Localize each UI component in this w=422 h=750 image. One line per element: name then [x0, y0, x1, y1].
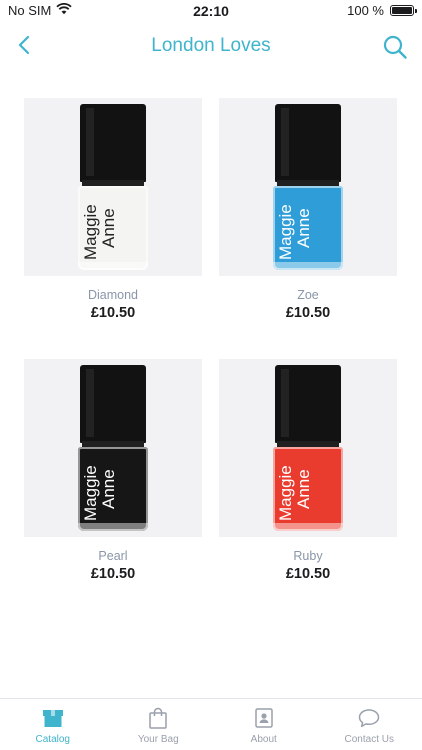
catalog-box-icon: [40, 706, 66, 730]
nav-bar: London Loves: [0, 22, 422, 70]
product-price: £10.50: [90, 305, 136, 321]
battery-label: 100 %: [347, 3, 384, 18]
nail-polish-bottle-image: Maggie Anne: [273, 365, 343, 531]
nail-polish-bottle-image: Maggie Anne: [78, 365, 148, 531]
status-bar: No SIM 22:10 100 %: [0, 0, 422, 22]
tab-label: Contact Us: [344, 734, 394, 745]
tab-label: Your Bag: [137, 734, 179, 745]
product-price: £10.50: [285, 305, 331, 321]
product-grid: Maggie Anne Diamond £10.50 Maggie Anne Z: [24, 98, 399, 582]
product-price: £10.50: [285, 566, 331, 582]
product-card[interactable]: Maggie Anne Zoe £10.50: [219, 98, 397, 321]
nail-polish-bottle-image: Maggie Anne: [78, 104, 148, 270]
product-image: Maggie Anne: [24, 98, 202, 276]
product-name: Pearl: [98, 549, 128, 563]
product-name: Zoe: [297, 288, 319, 302]
product-card[interactable]: Maggie Anne Diamond £10.50: [24, 98, 202, 321]
tab-about[interactable]: About: [211, 699, 317, 750]
tab-catalog[interactable]: Catalog: [0, 699, 106, 750]
product-name: Diamond: [87, 288, 139, 302]
page-title: London Loves: [151, 35, 271, 56]
battery-icon: [390, 5, 417, 16]
product-image: Maggie Anne: [219, 359, 397, 537]
product-card[interactable]: Maggie Anne Ruby £10.50: [219, 359, 397, 582]
shopping-bag-icon: [145, 706, 171, 730]
product-price: £10.50: [90, 566, 136, 582]
tab-contact-us[interactable]: Contact Us: [317, 699, 422, 750]
tab-label: Catalog: [35, 734, 70, 745]
status-right: 100 %: [347, 3, 417, 18]
brand-logo: Maggie Anne: [276, 204, 313, 260]
about-contact-icon: [251, 706, 277, 730]
tab-bar: Catalog Your Bag About Contact Us: [0, 698, 422, 750]
tab-label: About: [250, 734, 277, 745]
search-icon: [383, 35, 407, 59]
product-image: Maggie Anne: [24, 359, 202, 537]
brand-logo: Maggie Anne: [81, 204, 118, 260]
chat-bubble-icon: [356, 706, 382, 730]
product-card[interactable]: Maggie Anne Pearl £10.50: [24, 359, 202, 582]
search-button[interactable]: [380, 32, 410, 62]
brand-logo: Maggie Anne: [81, 465, 118, 521]
nail-polish-bottle-image: Maggie Anne: [273, 104, 343, 270]
tab-your-bag[interactable]: Your Bag: [106, 699, 212, 750]
product-image: Maggie Anne: [219, 98, 397, 276]
brand-logo: Maggie Anne: [276, 465, 313, 521]
product-name: Ruby: [293, 549, 323, 563]
